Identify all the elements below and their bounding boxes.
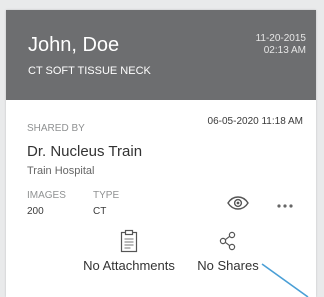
study-description: CT SOFT TISSUE NECK (28, 65, 151, 77)
study-card-header: John, Doe CT SOFT TISSUE NECK 11-20-2015… (6, 10, 316, 100)
view-study-button[interactable] (225, 194, 251, 216)
shares-label: No Shares (197, 258, 259, 273)
study-time: 02:13 AM (263, 45, 306, 56)
images-count: 200 (27, 206, 44, 217)
more-horizontal-icon (276, 196, 294, 214)
type-label: TYPE (93, 190, 120, 201)
study-card[interactable]: John, Doe CT SOFT TISSUE NECK 11-20-2015… (6, 10, 316, 297)
share-icon (218, 229, 238, 253)
shared-by-name: Dr. Nucleus Train (27, 143, 143, 160)
shares-action[interactable]: No Shares (192, 227, 264, 289)
more-options-button[interactable] (272, 194, 298, 216)
shared-datetime: 06-05-2020 11:18 AM (207, 116, 303, 127)
attachments-action[interactable]: No Attachments (70, 227, 188, 289)
eye-icon (227, 195, 249, 215)
patient-name: John, Doe (28, 34, 120, 56)
attachments-label: No Attachments (83, 258, 175, 273)
clipboard-icon (119, 229, 139, 253)
study-type: CT (93, 206, 107, 217)
shared-by-label: SHARED BY (27, 123, 85, 134)
shared-by-organization: Train Hospital (27, 165, 95, 177)
study-date: 11-20-2015 (255, 33, 306, 44)
images-label: IMAGES (27, 190, 66, 201)
